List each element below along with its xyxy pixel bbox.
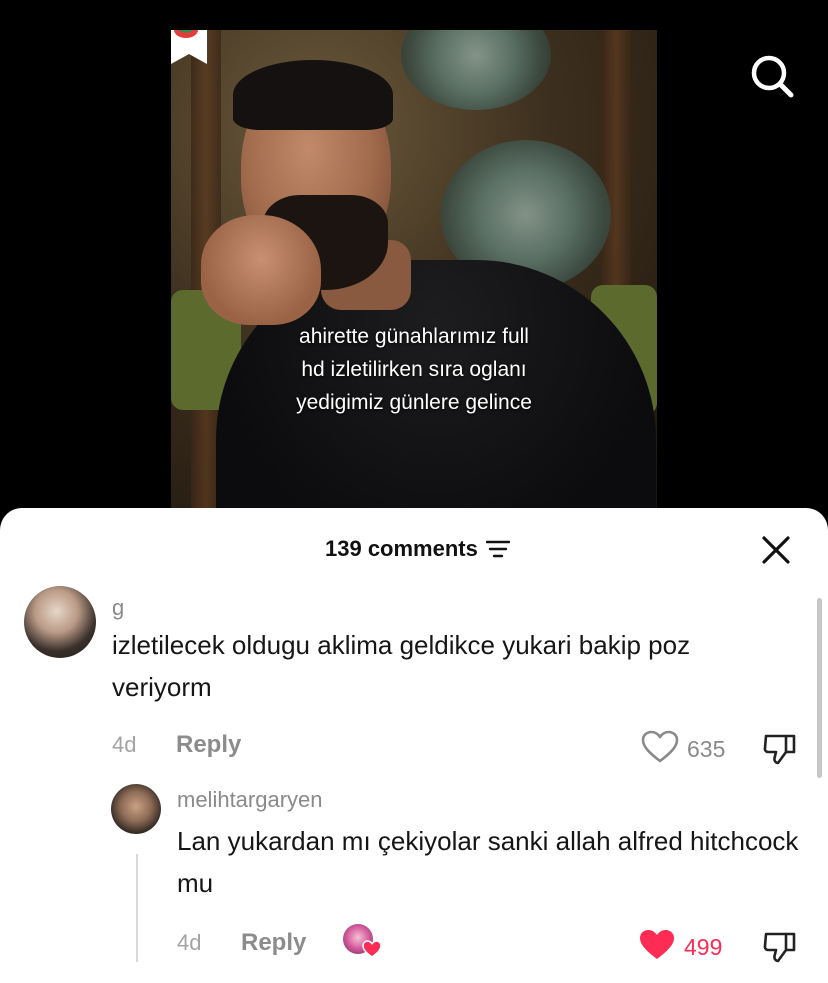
scrollbar[interactable] <box>817 598 822 778</box>
heart-filled-icon <box>362 940 382 958</box>
bookmark-icon <box>171 30 207 64</box>
caption-line: ahirette günahlarımız full <box>299 325 529 348</box>
comment-time: 4d <box>177 930 202 955</box>
comments-sheet: 139 comments g izletilecek oldugu aklima… <box>0 508 828 983</box>
avatar[interactable] <box>24 586 96 658</box>
heart-filled-icon <box>638 928 676 967</box>
like-count: 635 <box>687 736 726 762</box>
avatar[interactable] <box>111 784 161 834</box>
video-area[interactable]: ahirette günahlarımız full hd izletilirk… <box>0 0 828 520</box>
like-button[interactable]: 499 <box>638 928 722 967</box>
comment-text: Lan yukardan mı çekiyolar sanki allah al… <box>177 826 799 898</box>
like-count: 499 <box>684 934 723 960</box>
search-icon[interactable] <box>748 52 796 100</box>
video-frame[interactable]: ahirette günahlarımız full hd izletilirk… <box>171 30 657 520</box>
comment-meta: 4d Reply <box>112 731 241 759</box>
caption-line: hd izletilirken sıra oglanı <box>301 358 527 381</box>
video-caption: ahirette günahlarımız full hd izletilirk… <box>171 320 657 419</box>
comment-meta: 4d Reply <box>177 929 306 957</box>
like-button[interactable]: 635 <box>641 730 725 769</box>
comment-text: izletilecek oldugu aklima geldikce yukar… <box>112 630 691 702</box>
person-hand <box>201 215 321 325</box>
person-hair <box>233 60 393 130</box>
reply-button[interactable]: Reply <box>176 731 241 759</box>
comment-username[interactable]: melihtargaryen <box>177 787 323 813</box>
filter-icon <box>485 539 511 559</box>
comments-count-label: 139 comments <box>325 536 478 561</box>
heart-outline-icon <box>641 730 679 769</box>
reply-thread-line <box>136 854 138 962</box>
dislike-icon[interactable] <box>762 928 798 964</box>
creator-liked-badge <box>343 924 383 960</box>
close-icon[interactable] <box>760 534 792 566</box>
reply-button[interactable]: Reply <box>241 929 306 957</box>
background-decor <box>401 30 551 110</box>
comment-username[interactable]: g <box>112 595 124 621</box>
comments-sort-button[interactable]: 139 comments <box>325 536 511 562</box>
dislike-icon[interactable] <box>762 730 798 766</box>
comments-header: 139 comments <box>0 508 828 588</box>
comment-time: 4d <box>112 732 137 757</box>
caption-line: yedigimiz günlere gelince <box>296 391 532 414</box>
